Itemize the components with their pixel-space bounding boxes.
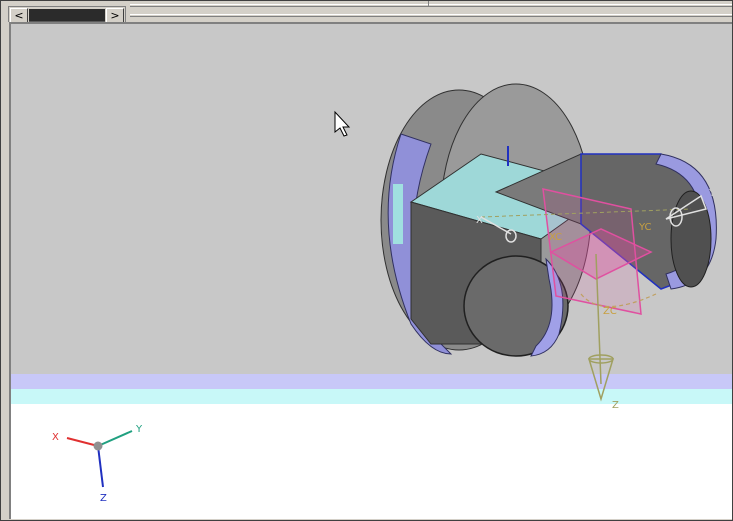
label-yc: YC — [638, 222, 652, 233]
triad-z-axis — [97, 445, 104, 488]
triad-y-label: Y — [135, 424, 143, 435]
triad-y-axis — [97, 430, 133, 447]
label-zc: ZC — [603, 306, 617, 317]
left-frame-strip — [0, 22, 9, 521]
rim-highlight — [393, 184, 403, 244]
toolbar-groove — [130, 14, 733, 15]
label-y-axis: Y — [708, 188, 716, 199]
label-x-axis: X — [476, 215, 483, 226]
label-xc: XC — [549, 232, 562, 243]
model-canvas[interactable]: XC YC ZC Y Z X X Y Z — [11, 24, 732, 519]
toolbar-groove — [130, 6, 733, 7]
triad-x-axis — [66, 437, 99, 447]
triad-origin — [93, 441, 103, 451]
toolbar-divider — [428, 0, 429, 6]
chevron-right-icon: > — [110, 9, 120, 22]
orientation-triad: X Y Z — [52, 424, 143, 504]
mouse-pointer-icon — [334, 110, 351, 137]
scroll-thumb[interactable] — [29, 9, 105, 23]
toolbar-highlight — [0, 0, 733, 1]
chevron-left-icon: < — [14, 9, 24, 22]
toolbar-groove — [130, 4, 733, 5]
label-z-axis: Z — [612, 400, 619, 411]
graphics-viewport[interactable]: XC YC ZC Y Z X X Y Z — [9, 22, 732, 519]
triad-z-label: Z — [100, 493, 107, 504]
triad-x-label: X — [52, 432, 59, 443]
toolbar-groove — [130, 16, 733, 17]
